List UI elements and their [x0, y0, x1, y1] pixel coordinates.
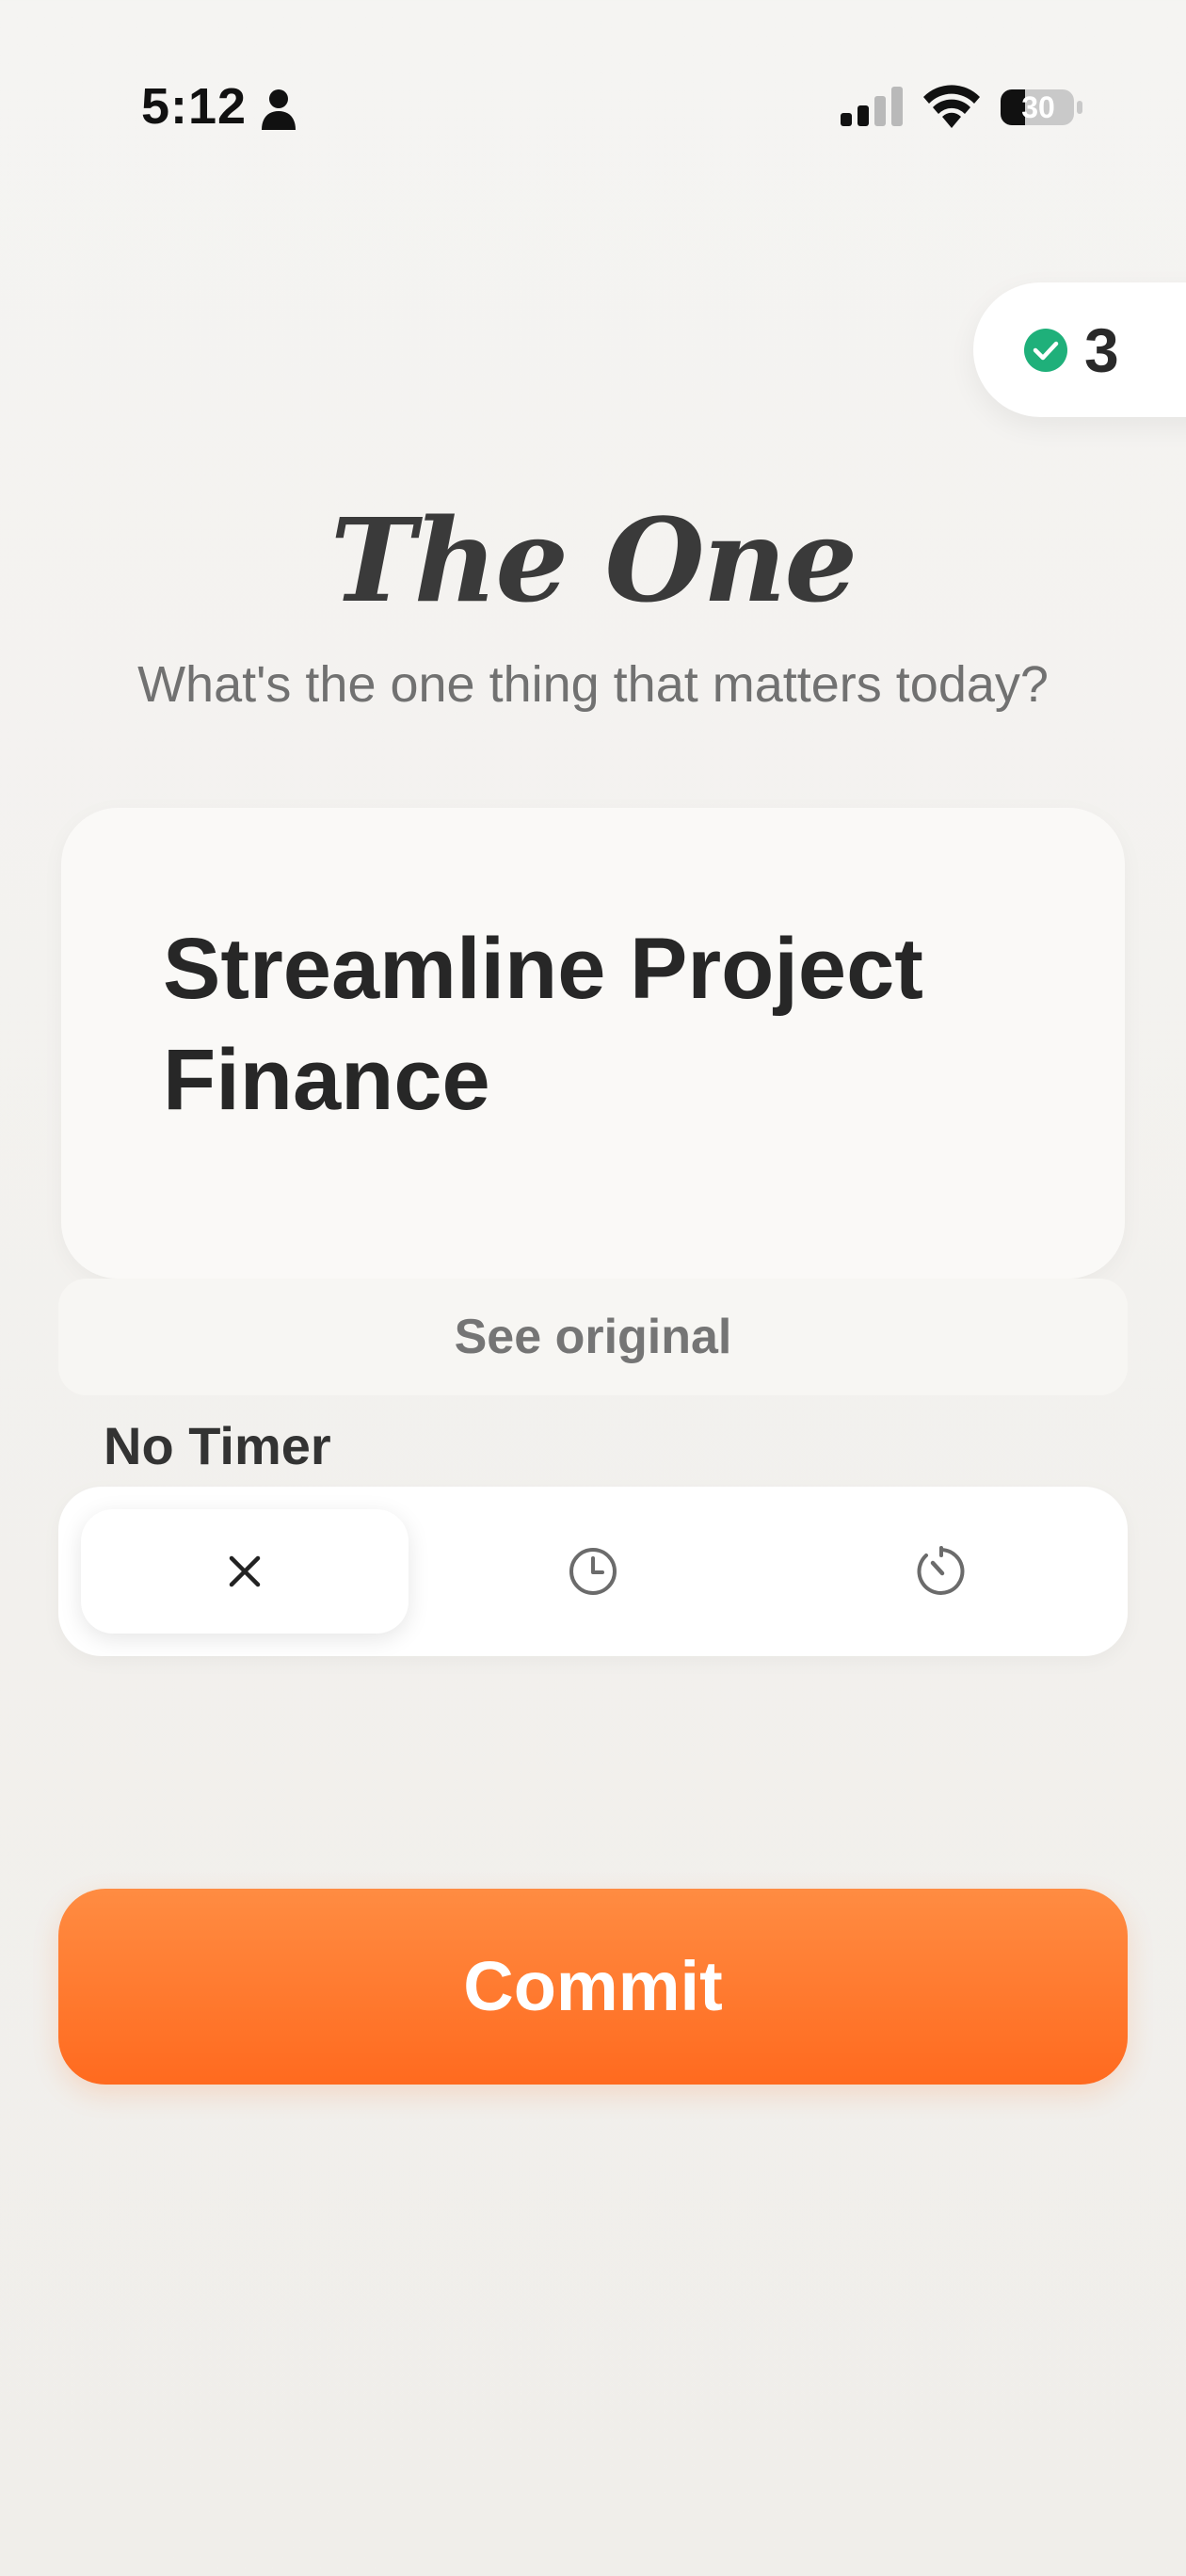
timer-option-stopwatch[interactable] [777, 1509, 1105, 1634]
commit-button[interactable]: Commit [58, 1889, 1128, 2085]
task-text[interactable]: Streamline Project Finance [163, 913, 1029, 1135]
cellular-signal-icon [841, 87, 903, 126]
app-title: The One [329, 492, 857, 628]
check-circle-icon [1024, 329, 1067, 372]
battery-level: 30 [1021, 90, 1055, 124]
wifi-icon [923, 85, 980, 128]
close-icon [229, 1555, 261, 1587]
clock-icon [569, 1548, 617, 1595]
timer-label: No Timer [104, 1416, 331, 1475]
timer-option-clock[interactable] [429, 1509, 757, 1634]
person-icon [262, 89, 296, 130]
status-time: 5:12 [141, 78, 248, 135]
streak-count: 3 [1084, 315, 1119, 385]
see-original-button[interactable]: See original [58, 1279, 1128, 1395]
timer-option-none[interactable] [81, 1509, 409, 1634]
page-subtitle: What's the one thing that matters today? [137, 656, 1049, 713]
stopwatch-icon [917, 1546, 965, 1595]
streak-badge[interactable] [973, 282, 1186, 417]
